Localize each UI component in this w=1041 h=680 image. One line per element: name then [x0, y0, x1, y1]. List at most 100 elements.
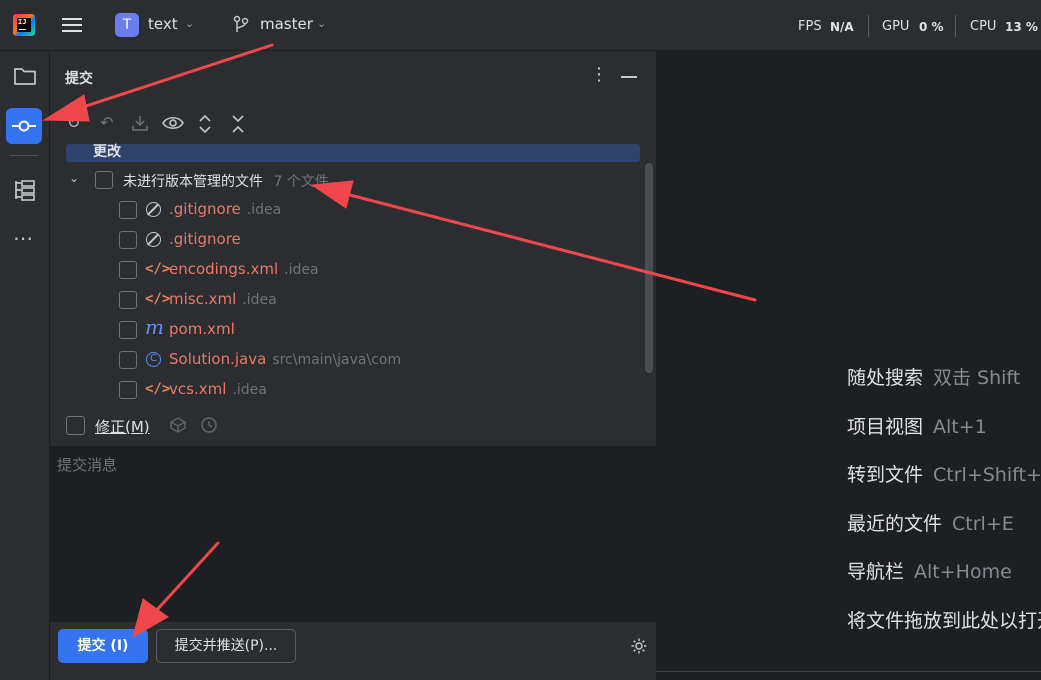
hint-action: 项目视图	[847, 416, 924, 438]
hint-drop-files: 将文件拖放到此处以打开	[847, 606, 1041, 633]
intellij-logo-icon[interactable]: IJ	[13, 14, 35, 36]
file-name: encodings.xml	[169, 260, 279, 278]
hint-search-everywhere: 随处搜索 双击 Shift	[847, 363, 1020, 390]
divider	[955, 15, 956, 37]
chevron-down-icon[interactable]: ⌄	[69, 171, 79, 185]
refresh-icon[interactable]: ↻	[67, 113, 80, 132]
file-row[interactable]: .gitignore	[169, 230, 247, 248]
project-badge[interactable]: T	[115, 13, 139, 37]
xml-icon: </>	[145, 381, 171, 397]
file-name: vcs.xml	[169, 380, 227, 398]
file-checkbox[interactable]	[119, 291, 137, 309]
hint-action: 随处搜索	[847, 367, 924, 389]
file-checkbox[interactable]	[119, 261, 137, 279]
gpu-value: 0 %	[919, 20, 944, 34]
tool-window-strip: ⋯	[0, 51, 50, 680]
file-row[interactable]: pom.xml	[169, 320, 241, 338]
collapse-all-icon[interactable]	[231, 113, 245, 135]
maven-icon: m	[145, 315, 164, 339]
panel-title: 提交	[65, 71, 93, 87]
expand-all-icon[interactable]	[198, 113, 212, 135]
hint-recent-files: 最近的文件 Ctrl+E	[847, 509, 1014, 536]
scrollbar[interactable]	[645, 163, 653, 373]
ignore-icon	[146, 202, 161, 217]
file-path: src\main\java\com	[272, 352, 402, 368]
shelve-icon[interactable]	[131, 114, 149, 132]
options-menu-icon[interactable]: ⋮	[590, 64, 608, 85]
file-row[interactable]: vcs.xml .idea	[169, 380, 267, 398]
project-folder-icon[interactable]	[13, 66, 37, 86]
hint-shortcut: Ctrl+Shift+N	[933, 464, 1041, 486]
commit-icon	[12, 120, 36, 132]
history-icon[interactable]	[200, 416, 218, 434]
commit-message-input[interactable]: 提交消息	[50, 446, 656, 622]
divider	[656, 671, 1041, 672]
structure-icon[interactable]	[13, 178, 37, 202]
hint-shortcut: 双击 Shift	[933, 367, 1021, 389]
commit-tool-button[interactable]	[6, 108, 42, 144]
hint-action: 转到文件	[847, 464, 924, 486]
commit-button[interactable]: 提交 (I)	[58, 629, 148, 663]
unversioned-checkbox[interactable]	[95, 171, 113, 189]
file-checkbox[interactable]	[119, 201, 137, 219]
project-name[interactable]: text	[148, 15, 178, 33]
more-tools-icon[interactable]: ⋯	[13, 226, 34, 250]
file-row[interactable]: misc.xml .idea	[169, 290, 277, 308]
hint-action: 将文件拖放到此处以打开	[847, 610, 1041, 632]
file-name: Solution.java	[169, 350, 267, 368]
hint-shortcut: Ctrl+E	[952, 513, 1014, 535]
title-bar: IJ T text ⌄ master ⌄ FPS N/A GPU 0 % CPU…	[0, 0, 1041, 51]
file-checkbox[interactable]	[119, 321, 137, 339]
divider	[10, 155, 38, 156]
changes-group-header[interactable]: 更改	[66, 144, 640, 162]
xml-icon: </>	[145, 261, 171, 277]
file-count: 7 个文件	[273, 174, 329, 190]
chevron-down-icon[interactable]: ⌄	[185, 17, 194, 30]
branch-name[interactable]: master	[260, 15, 313, 33]
show-diff-icon[interactable]	[162, 114, 184, 132]
commit-and-push-button[interactable]: 提交并推送(P)...	[156, 629, 296, 663]
rollback-icon[interactable]: ↶	[100, 113, 113, 132]
main-menu-icon[interactable]	[62, 14, 84, 36]
hint-shortcut: Alt+Home	[914, 561, 1012, 583]
ignore-icon	[146, 232, 161, 247]
minimize-icon[interactable]	[621, 76, 637, 78]
file-name: .gitignore	[169, 200, 241, 218]
file-checkbox[interactable]	[119, 231, 137, 249]
file-path: .idea	[232, 382, 267, 398]
file-path: .idea	[242, 292, 277, 308]
commit-message-placeholder: 提交消息	[57, 456, 118, 474]
hint-action: 导航栏	[847, 561, 905, 583]
file-row[interactable]: .gitignore .idea	[169, 200, 281, 218]
amend-checkbox[interactable]	[66, 416, 85, 435]
chevron-down-icon[interactable]: ⌄	[317, 17, 326, 30]
commit-options-icon[interactable]	[169, 416, 187, 434]
editor-area[interactable]: 随处搜索双击 Shift 项目视图Alt+1 转到文件Ctrl+Shift+N …	[657, 51, 1041, 671]
branch-icon	[233, 15, 249, 32]
file-name: .gitignore	[169, 230, 241, 248]
fps-label: FPS	[798, 19, 822, 34]
file-path: .idea	[246, 202, 282, 218]
cpu-label: CPU	[970, 19, 997, 34]
hint-action: 最近的文件	[847, 513, 943, 535]
unversioned-files-node[interactable]: 未进行版本管理的文件 7 个文件	[123, 171, 329, 191]
file-name: misc.xml	[169, 290, 237, 308]
fps-value: N/A	[830, 20, 854, 34]
gpu-label: GPU	[882, 19, 910, 34]
changes-label: 更改	[93, 144, 121, 160]
file-path: .idea	[284, 262, 319, 278]
amend-label[interactable]: 修正(M)	[95, 416, 150, 437]
file-checkbox[interactable]	[119, 351, 137, 369]
hint-navigation-bar: 导航栏 Alt+Home	[847, 557, 1012, 584]
hint-shortcut: Alt+1	[933, 416, 987, 438]
gear-icon[interactable]	[630, 637, 648, 655]
hint-goto-file: 转到文件 Ctrl+Shift+N	[847, 460, 1041, 487]
divider	[868, 15, 869, 37]
unversioned-label: 未进行版本管理的文件	[123, 174, 263, 190]
file-checkbox[interactable]	[119, 381, 137, 399]
cpu-value: 13 %	[1005, 20, 1038, 34]
file-row[interactable]: Solution.java src\main\java\com	[169, 350, 401, 368]
file-name: pom.xml	[169, 320, 235, 338]
java-class-icon: C	[146, 352, 161, 367]
file-row[interactable]: encodings.xml .idea	[169, 260, 319, 278]
